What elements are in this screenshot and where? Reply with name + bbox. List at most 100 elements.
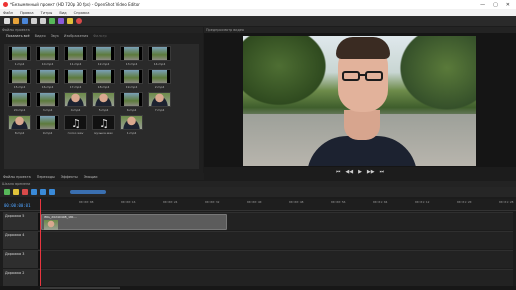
fast-forward-button[interactable]: ▶▶ [367,169,375,175]
thumbnail-image [92,92,115,107]
file-thumbnail[interactable]: 4.mp4 [64,92,87,113]
music-note-icon: ♫ [99,117,109,130]
file-thumbnail[interactable]: 20.mp4 [8,92,31,113]
menu-edit[interactable]: Правка [20,11,34,15]
add-track-icon[interactable] [4,189,10,195]
timeline-track[interactable]: Дорожка 2 [3,269,513,286]
file-name: 17.mp4 [69,85,82,89]
timeline-track[interactable]: Дорожка 5 IMG_20240408_181... [3,212,513,230]
tab-effects[interactable]: Эффекты [61,175,78,179]
jump-end-button[interactable]: ⏭ [380,169,385,175]
file-thumbnail[interactable]: 10.mp4 [36,46,59,67]
ruler-tick-label: 00:00:08 [79,200,94,204]
tab-audio[interactable]: Звук [51,34,59,38]
file-thumbnail[interactable]: 15.mp4 [8,69,31,90]
file-thumbnail[interactable]: 2.mp4 [148,69,171,90]
file-thumbnail[interactable]: 3.mp4 [36,92,59,113]
file-thumbnail[interactable]: 8.mp4 [8,115,31,136]
undo-icon[interactable] [31,18,37,24]
file-thumbnail[interactable]: 18.mp4 [92,69,115,90]
file-thumbnail[interactable]: 7.mp4 [148,92,171,113]
open-project-icon[interactable] [13,18,19,24]
thumbnail-image [8,115,31,130]
file-thumbnail[interactable]: 16.mp4 [36,69,59,90]
file-name: 19.mp4 [125,85,138,89]
timeline-ruler[interactable]: 00:00:08 00:00:16 00:00:24 00:00:32 00:00:40… [0,199,516,211]
profile-icon[interactable] [58,18,64,24]
snapping-icon[interactable] [13,189,19,195]
preview-controls: ⏮ ◀◀ ▶ ▶▶ ⏭ [204,167,516,177]
ruler-tick-label: 00:01:28 [499,200,514,204]
file-name: 9.mp4 [42,131,53,135]
ruler-tick-label: 00:00:32 [205,200,220,204]
file-thumbnail[interactable]: 9.mp4 [36,115,59,136]
jump-start-button[interactable]: ⏮ [336,169,341,175]
play-button[interactable]: ▶ [358,169,362,175]
file-thumbnail[interactable]: 12.mp4 [92,46,115,67]
ruler-tick-label: 00:00:40 [247,200,262,204]
playhead[interactable] [40,199,41,287]
file-thumbnail[interactable]: 1.mp4 [120,115,143,136]
clip-label: IMG_20240408_181... [44,215,77,219]
thumbnail-image [36,46,59,61]
import-files-icon[interactable] [49,18,55,24]
razor-icon[interactable] [22,189,28,195]
file-thumbnail[interactable]: ♫ музыка.wav [92,115,115,136]
file-name: 12.mp4 [97,62,110,66]
tab-video[interactable]: Видео [35,34,46,38]
timeline-track[interactable]: Дорожка 4 [3,231,513,249]
add-marker-icon[interactable] [31,189,37,195]
timeline-track[interactable]: Дорожка 3 [3,250,513,268]
file-thumbnail[interactable]: 1.mp4 [8,46,31,67]
file-thumbnail[interactable]: ♫ голос.wav [64,115,87,136]
ruler-tick-label: 00:01:04 [373,200,388,204]
thumbnail-image [120,115,143,130]
file-thumbnail[interactable]: 6.mp4 [120,92,143,113]
thumbnail-image [148,69,171,84]
main-toolbar [0,16,516,26]
file-thumbnail[interactable]: 13.mp4 [120,46,143,67]
track-name[interactable]: Дорожка 5 [3,213,40,230]
next-marker-icon[interactable] [49,189,55,195]
thumbnail-image [92,46,115,61]
menu-help[interactable]: Справка [74,11,90,15]
rewind-button[interactable]: ◀◀ [345,169,353,175]
file-thumbnail[interactable]: 5.mp4 [92,92,115,113]
tab-project-files[interactable]: Файлы проекта [3,175,31,179]
minimize-button[interactable]: — [480,2,485,8]
close-button[interactable]: ✕ [506,2,510,8]
thumbnail-image [8,92,31,107]
app-logo-icon [3,2,8,7]
person-hair [336,37,390,59]
thumbnail-image [64,46,87,61]
fullscreen-icon[interactable] [67,18,73,24]
menu-view[interactable]: Вид [59,11,66,15]
track-name[interactable]: Дорожка 2 [3,270,40,286]
track-name[interactable]: Дорожка 4 [3,232,40,249]
save-project-icon[interactable] [22,18,28,24]
tab-emojis[interactable]: Эмоции [84,175,98,179]
maximize-button[interactable]: ▢ [493,2,498,8]
zoom-slider[interactable] [70,190,106,194]
menu-titles[interactable]: Титры [41,11,53,15]
menu-file[interactable]: Файл [3,11,13,15]
export-video-icon[interactable] [76,18,82,24]
new-project-icon[interactable] [4,18,10,24]
filter-input[interactable]: Фильтр [93,34,106,38]
file-thumbnail[interactable]: 14.mp4 [148,46,171,67]
file-thumbnail[interactable]: 19.mp4 [120,69,143,90]
file-thumbnail[interactable]: 11.mp4 [64,46,87,67]
window-title: *Безымянный проект (HD 720p 30 fps) - Op… [10,2,140,7]
redo-icon[interactable] [40,18,46,24]
track-name[interactable]: Дорожка 3 [3,251,40,268]
file-thumbnail[interactable]: 17.mp4 [64,69,87,90]
video-clip[interactable]: IMG_20240408_181... [41,214,227,230]
tab-transitions[interactable]: Переходы [37,175,55,179]
prev-marker-icon[interactable] [40,189,46,195]
timeline-scrollbar[interactable] [0,286,516,290]
clip-thumbnail [44,220,58,230]
thumbnail-image: ♫ [92,115,115,130]
file-name: музыка.wav [94,131,113,135]
tab-show-all[interactable]: Показать всё [6,34,30,38]
tab-images[interactable]: Изображения [64,34,88,38]
